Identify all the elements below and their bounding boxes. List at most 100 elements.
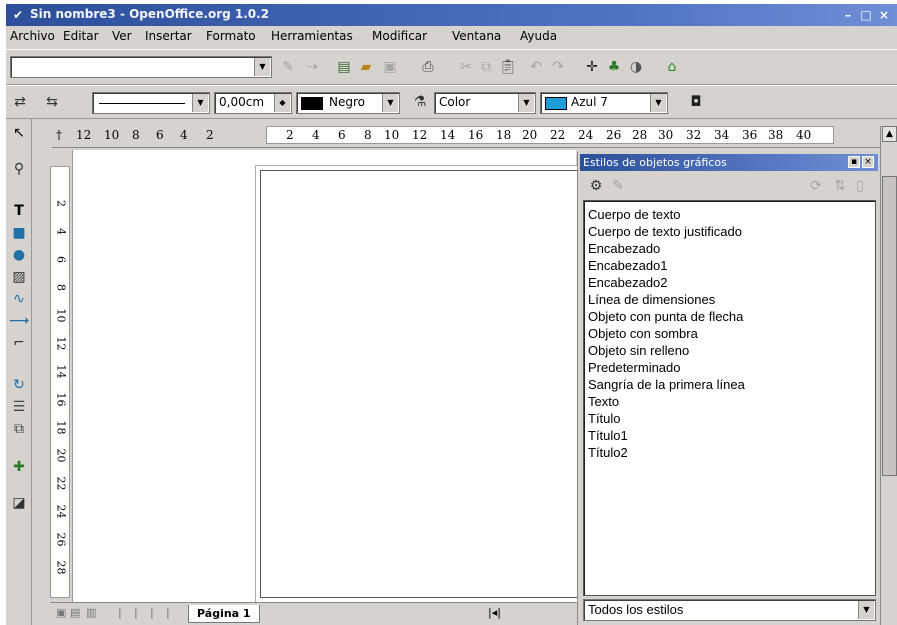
graphic-styles-icon[interactable]: ⚙ [586, 176, 606, 196]
list-item[interactable]: Objeto con sombra [588, 325, 871, 342]
line-width-field[interactable]: 0,00cm ◆ [214, 92, 292, 114]
stylist-title: Estilos de objetos gráficos [583, 156, 727, 169]
line-style-icon[interactable]: ⇄ [10, 92, 30, 112]
ruler-label: 16 [468, 128, 484, 142]
paste-icon[interactable]: 📋︎ [498, 57, 518, 77]
prev-page-icon[interactable]: | [134, 606, 138, 619]
list-item[interactable]: Cuerpo de texto justificado [588, 223, 871, 240]
list-item[interactable]: Cuerpo de texto [588, 206, 871, 223]
list-item[interactable]: Título2 [588, 444, 871, 461]
arrow-style-icon[interactable]: ⇆ [42, 92, 62, 112]
arrange-icon[interactable]: ⧉ [9, 419, 29, 439]
style-menu-icon[interactable]: ▯ [850, 176, 870, 196]
url-combo[interactable]: ▼ [10, 56, 272, 78]
new-style-icon[interactable]: ⟳ [806, 176, 826, 196]
list-item[interactable]: Sangría de la primera línea [588, 376, 871, 393]
drawing-page[interactable] [260, 170, 592, 598]
menu-formato[interactable]: Formato [206, 29, 256, 43]
vertical-scrollbar[interactable]: ▲ [880, 126, 897, 625]
chevron-down-icon[interactable]: ▼ [650, 94, 666, 112]
area-style-icon[interactable]: ⚗ [410, 92, 430, 112]
first-page-icon[interactable]: | [118, 606, 122, 619]
cut-icon[interactable]: ✂ [456, 57, 476, 77]
fill-color-combo[interactable]: Azul 7 ▼ [540, 92, 668, 114]
list-item[interactable]: Título [588, 410, 871, 427]
undo-icon[interactable]: ↶ [526, 57, 546, 77]
layer-view-icon[interactable]: ▤ [70, 606, 80, 619]
text-icon[interactable]: T [9, 201, 29, 221]
direct-export-icon[interactable]: ⇢ [302, 57, 322, 77]
navigator-icon[interactable]: ✛ [582, 57, 602, 77]
save-icon[interactable]: ▣ [380, 57, 400, 77]
window-menu-icon[interactable]: ✔ [10, 7, 26, 23]
chevron-down-icon[interactable]: ▼ [254, 58, 270, 76]
gallery-icon[interactable]: ◑ [626, 57, 646, 77]
chevron-down-icon[interactable]: ▼ [518, 94, 534, 112]
drawing-view-icon[interactable]: ▣ [56, 606, 66, 619]
zoom-icon[interactable]: ⚲ [9, 159, 29, 179]
list-item[interactable]: Encabezado1 [588, 257, 871, 274]
rectangle-icon[interactable]: ■ [9, 223, 29, 243]
chevron-down-icon[interactable]: ▼ [192, 94, 208, 112]
style-filter-select[interactable]: Todos los estilos ▼ [583, 599, 876, 621]
select-arrow-icon[interactable]: ↖ [9, 123, 29, 143]
scroll-thumb[interactable] [882, 176, 897, 476]
3d-controller-icon[interactable]: ◪ [9, 493, 29, 513]
list-item[interactable]: Predeterminado [588, 359, 871, 376]
spin-icon[interactable]: ◆ [274, 94, 290, 112]
last-page-icon[interactable]: | [166, 606, 170, 619]
tab-pagina-1[interactable]: Página 1 [188, 605, 260, 623]
ellipse-icon[interactable]: ● [9, 245, 29, 265]
next-page-icon[interactable]: | [150, 606, 154, 619]
alignment-icon[interactable]: ☰ [9, 397, 29, 417]
scroll-left-icon[interactable]: |◂| [488, 606, 501, 619]
new-document-icon[interactable]: ▤ [334, 57, 354, 77]
menu-ventana[interactable]: Ventana [452, 29, 501, 43]
data-sources-icon[interactable]: ⌂ [662, 57, 682, 77]
menu-modificar[interactable]: Modificar [372, 29, 427, 43]
menu-ver[interactable]: Ver [112, 29, 132, 43]
list-item[interactable]: Título1 [588, 427, 871, 444]
chevron-down-icon[interactable]: ▼ [858, 601, 874, 619]
chevron-down-icon[interactable]: ▼ [382, 94, 398, 112]
list-item[interactable]: Encabezado2 [588, 274, 871, 291]
ruler-label: 26 [606, 128, 622, 142]
line-icon[interactable]: ⟶ [9, 311, 29, 331]
curve-icon[interactable]: ∿ [9, 289, 29, 309]
rotate-icon[interactable]: ↻ [9, 375, 29, 395]
ruler-label: 40 [796, 128, 812, 142]
update-style-icon[interactable]: ⇅ [830, 176, 850, 196]
menu-ayuda[interactable]: Ayuda [520, 29, 557, 43]
connector-icon[interactable]: ⌐ [9, 333, 29, 353]
line-style-combo[interactable]: ▼ [92, 92, 210, 114]
menu-archivo[interactable]: Archivo [10, 29, 55, 43]
shadow-icon[interactable]: ◘ [686, 92, 706, 112]
list-item[interactable]: Objeto sin relleno [588, 342, 871, 359]
list-item[interactable]: Línea de dimensiones [588, 291, 871, 308]
close-icon[interactable]: × [862, 156, 874, 168]
scroll-up-icon[interactable]: ▲ [882, 126, 897, 142]
fill-format-icon[interactable]: ✎ [608, 176, 628, 196]
print-icon[interactable]: ⎙ [418, 57, 438, 77]
line-color-combo[interactable]: Negro ▼ [296, 92, 400, 114]
3d-objects-icon[interactable]: ▨ [9, 267, 29, 287]
dock-icon[interactable]: ▪ [848, 156, 860, 168]
insert-icon[interactable]: ✚ [9, 457, 29, 477]
close-button[interactable]: × [876, 7, 892, 23]
menu-herramientas[interactable]: Herramientas [271, 29, 353, 43]
menu-insertar[interactable]: Insertar [145, 29, 192, 43]
list-item[interactable]: Texto [588, 393, 871, 410]
list-item[interactable]: Encabezado [588, 240, 871, 257]
edit-file-icon[interactable]: ✎ [278, 57, 298, 77]
list-item[interactable]: Objeto con punta de flecha [588, 308, 871, 325]
copy-icon[interactable]: ⧉ [476, 57, 496, 77]
area-style-combo[interactable]: Color ▼ [434, 92, 536, 114]
maximize-button[interactable]: □ [858, 7, 874, 23]
styles-list[interactable]: Cuerpo de texto Cuerpo de texto justific… [583, 200, 876, 596]
minimize-button[interactable]: – [840, 7, 856, 23]
master-view-icon[interactable]: ▥ [86, 606, 96, 619]
stylist-icon[interactable]: ♣ [604, 57, 624, 77]
menu-editar[interactable]: Editar [63, 29, 99, 43]
redo-icon[interactable]: ↷ [548, 57, 568, 77]
open-folder-icon[interactable]: ▰ [356, 57, 376, 77]
